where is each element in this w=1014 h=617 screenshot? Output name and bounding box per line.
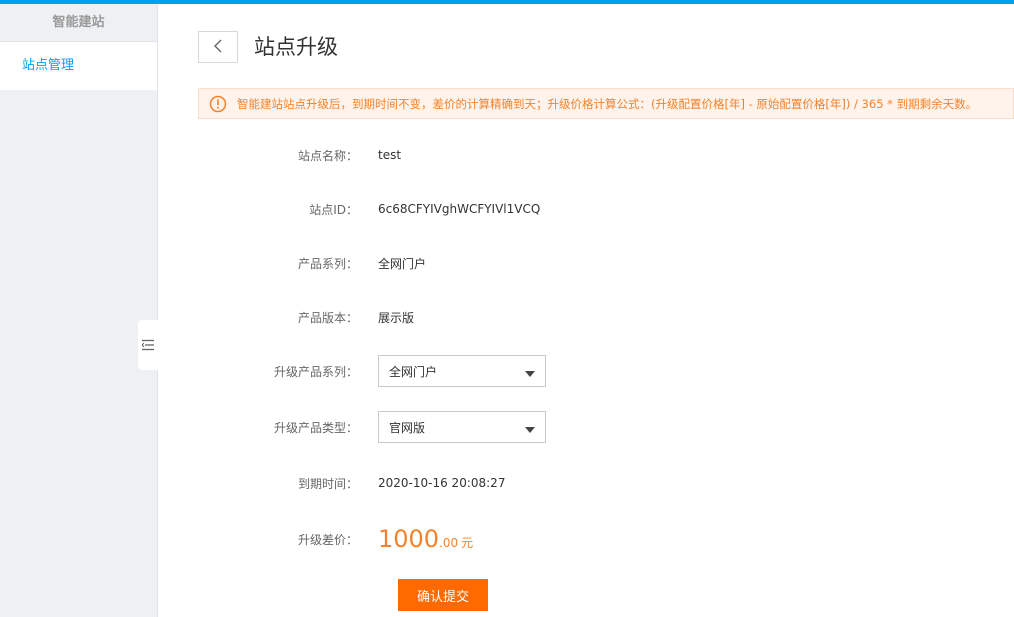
- form-row-product-version: 产品版本： 展示版: [198, 307, 898, 327]
- product-version-label: 产品版本：: [297, 310, 358, 325]
- site-name-value: test: [378, 148, 402, 162]
- caret-down-icon: [525, 362, 535, 381]
- form-row-expire-time: 到期时间： 2020-10-16 20:08:27: [198, 473, 898, 493]
- form-row-upgrade-series: 升级产品系列： 全网门户: [198, 355, 898, 387]
- sidebar: 智能建站 站点管理: [0, 4, 158, 617]
- sidebar-item-site-management[interactable]: 站点管理: [0, 42, 157, 90]
- product-version-value: 展示版: [378, 310, 415, 325]
- upgrade-type-select[interactable]: 官网版: [378, 411, 546, 443]
- upgrade-notice-alert: 智能建站站点升级后，到期时间不变，差价的计算精确到天；升级价格计算公式：(升级配…: [198, 88, 1014, 119]
- site-id-value: 6c68CFYIVghWCFYIVl1VCQ: [378, 202, 541, 216]
- warning-circle-icon: [209, 95, 227, 113]
- form-row-upgrade-type: 升级产品类型： 官网版: [198, 411, 898, 443]
- confirm-submit-button[interactable]: 确认提交: [398, 579, 488, 611]
- site-name-label: 站点名称：: [297, 148, 358, 163]
- back-button[interactable]: [198, 31, 238, 63]
- menu-collapse-icon: [141, 336, 154, 355]
- product-series-label: 产品系列：: [297, 256, 358, 271]
- caret-down-icon: [525, 418, 535, 437]
- form-row-site-id: 站点ID： 6c68CFYIVghWCFYIVl1VCQ: [198, 199, 898, 219]
- upgrade-series-selected: 全网门户: [389, 364, 438, 379]
- upgrade-series-label: 升级产品系列：: [273, 364, 358, 379]
- alert-text: 智能建站站点升级后，到期时间不变，差价的计算精确到天；升级价格计算公式：(升级配…: [237, 96, 978, 111]
- upgrade-type-label: 升级产品类型：: [273, 420, 358, 435]
- price-decimal: .00: [439, 536, 459, 550]
- site-id-label: 站点ID：: [309, 202, 358, 217]
- sidebar-title: 智能建站: [0, 4, 157, 42]
- chevron-left-icon: [213, 38, 223, 57]
- upgrade-series-select[interactable]: 全网门户: [378, 355, 546, 387]
- price-diff-label: 升级差价：: [297, 532, 358, 547]
- form-row-site-name: 站点名称： test: [198, 145, 898, 165]
- form-row-product-series: 产品系列： 全网门户: [198, 253, 898, 273]
- upgrade-type-selected: 官网版: [389, 420, 426, 435]
- product-series-value: 全网门户: [378, 256, 427, 271]
- price-integer: 1000: [378, 525, 440, 553]
- price-diff-value: 1000 .00 元: [378, 525, 473, 553]
- expire-time-value: 2020-10-16 20:08:27: [378, 476, 506, 490]
- price-unit: 元: [461, 536, 474, 550]
- expire-time-label: 到期时间：: [297, 476, 358, 491]
- sidebar-collapse-button[interactable]: [138, 320, 158, 370]
- page-title: 站点升级: [254, 35, 338, 59]
- main-content: 站点升级 智能建站站点升级后，到期时间不变，差价的计算精确到天；升级价格计算公式…: [158, 4, 1014, 617]
- form-row-price-diff: 升级差价： 1000 .00 元: [198, 521, 898, 557]
